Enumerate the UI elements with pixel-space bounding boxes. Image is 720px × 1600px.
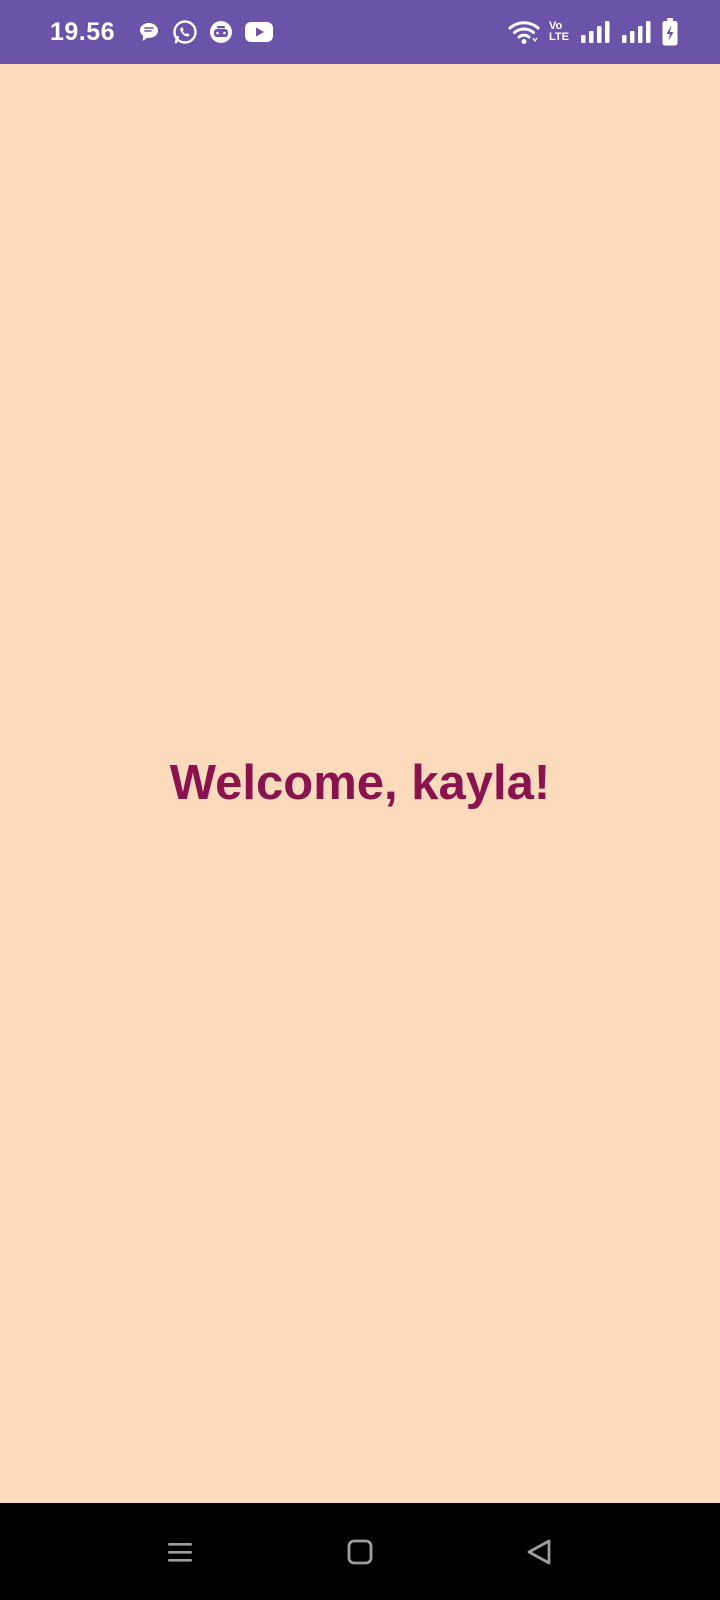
menu-icon <box>168 1542 192 1562</box>
signal-sim1-icon <box>580 20 612 44</box>
main-content: Welcome, kayla! <box>0 64 720 1503</box>
status-bar: 19.56 Vo LTE <box>0 0 720 64</box>
home-button[interactable] <box>320 1503 400 1600</box>
wifi-icon <box>508 19 540 45</box>
volte-icon: Vo LTE <box>549 21 569 43</box>
battery-charging-icon <box>662 18 678 46</box>
game-controller-icon <box>207 18 235 46</box>
navigation-bar <box>0 1503 720 1600</box>
recent-apps-button[interactable] <box>140 1503 220 1600</box>
signal-sim2-icon <box>621 20 653 44</box>
chat-bubble-icon <box>135 18 163 46</box>
status-right: Vo LTE <box>508 18 678 46</box>
status-left: 19.56 <box>50 18 283 47</box>
whatsapp-icon <box>171 18 199 46</box>
welcome-message: Welcome, kayla! <box>169 756 551 810</box>
youtube-icon <box>243 18 275 46</box>
volte-bottom-label: LTE <box>549 31 569 43</box>
back-button[interactable] <box>499 1503 579 1600</box>
home-icon <box>347 1539 373 1564</box>
back-icon <box>527 1539 551 1564</box>
status-time: 19.56 <box>50 17 116 46</box>
